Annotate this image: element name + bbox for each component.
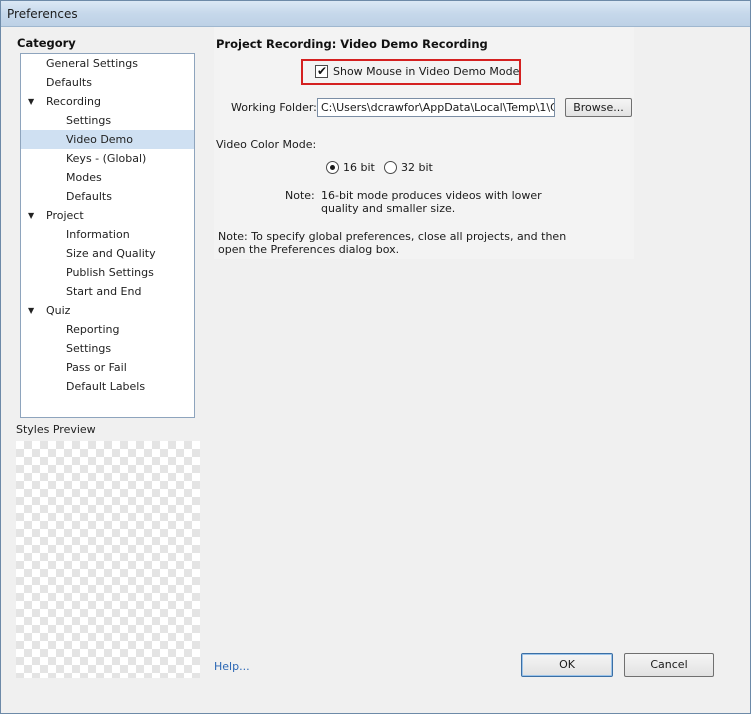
category-item-publish-settings[interactable]: Publish Settings xyxy=(21,263,194,282)
category-item-default-labels[interactable]: Default Labels xyxy=(21,377,194,396)
checkmark-icon: ✔ xyxy=(317,64,328,78)
category-item-defaults[interactable]: Defaults xyxy=(21,73,194,92)
category-item-recording[interactable]: ▼ Recording xyxy=(21,92,194,111)
category-item-label: Settings xyxy=(66,114,112,127)
category-item-label: Size and Quality xyxy=(66,247,156,260)
category-item-label: General Settings xyxy=(46,57,138,70)
show-mouse-checkbox[interactable]: ✔ xyxy=(315,64,328,78)
category-item-settings[interactable]: Settings xyxy=(21,339,194,358)
category-item-modes[interactable]: Modes xyxy=(21,168,194,187)
expand-arrow-icon[interactable]: ▼ xyxy=(28,301,34,320)
category-item-label: Recording xyxy=(46,95,102,108)
window-title: Preferences xyxy=(7,7,78,21)
category-heading: Category xyxy=(17,36,76,50)
section-title: Project Recording: Video Demo Recording xyxy=(216,37,488,51)
category-item-label: Defaults xyxy=(46,76,92,89)
ok-button[interactable]: OK xyxy=(521,653,613,677)
category-item-defaults[interactable]: Defaults xyxy=(21,187,194,206)
category-item-label: Keys - (Global) xyxy=(66,152,147,165)
radio-16-bit-label[interactable]: 16 bit xyxy=(343,161,375,175)
help-link[interactable]: Help... xyxy=(214,660,250,673)
category-item-label: Start and End xyxy=(66,285,142,298)
show-mouse-label[interactable]: Show Mouse in Video Demo Mode xyxy=(333,65,519,79)
global-preferences-note: Note: To specify global preferences, clo… xyxy=(218,230,567,256)
styles-preview-label: Styles Preview xyxy=(16,423,96,436)
radio-16-bit-button[interactable] xyxy=(326,161,339,174)
working-folder-input[interactable]: C:\Users\dcrawfor\AppData\Local\Temp\1\C… xyxy=(317,98,555,117)
category-item-label: Pass or Fail xyxy=(66,361,127,374)
category-item-start-and-end[interactable]: Start and End xyxy=(21,282,194,301)
radio-32-bit-button[interactable] xyxy=(384,161,397,174)
cancel-button[interactable]: Cancel xyxy=(624,653,714,677)
category-item-size-and-quality[interactable]: Size and Quality xyxy=(21,244,194,263)
styles-preview-canvas xyxy=(16,441,200,678)
category-item-project[interactable]: ▼ Project xyxy=(21,206,194,225)
category-item-label: Information xyxy=(66,228,130,241)
expand-arrow-icon[interactable]: ▼ xyxy=(28,206,34,225)
category-item-label: Defaults xyxy=(66,190,112,203)
dialog-body: Category General Settings Defaults ▼ Record… xyxy=(4,27,747,711)
category-item-keys-global[interactable]: Keys - (Global) xyxy=(21,149,194,168)
category-item-label: Default Labels xyxy=(66,380,146,393)
expand-arrow-icon[interactable]: ▼ xyxy=(28,92,34,111)
preferences-dialog: Preferences Category General Settings Def… xyxy=(0,0,751,714)
category-item-pass-or-fail[interactable]: Pass or Fail xyxy=(21,358,194,377)
category-item-video-demo[interactable]: Video Demo xyxy=(21,130,194,149)
note-text: 16-bit mode produces videos with lower q… xyxy=(321,189,542,215)
category-item-label: Quiz xyxy=(46,304,71,317)
working-folder-label: Working Folder: xyxy=(231,101,317,114)
category-tree[interactable]: General Settings Defaults ▼ Recording Settin… xyxy=(20,53,195,418)
category-item-settings[interactable]: Settings xyxy=(21,111,194,130)
note-label: Note: xyxy=(285,189,315,202)
title-bar[interactable]: Preferences xyxy=(1,1,750,27)
category-item-label: Publish Settings xyxy=(66,266,154,279)
category-item-quiz[interactable]: ▼ Quiz xyxy=(21,301,194,320)
category-item-label: Project xyxy=(46,209,84,222)
category-item-label: Modes xyxy=(66,171,102,184)
category-item-label: Video Demo xyxy=(66,133,133,146)
radio-32-bit-label[interactable]: 32 bit xyxy=(401,161,433,175)
video-color-mode-label: Video Color Mode: xyxy=(216,138,317,151)
category-item-label: Reporting xyxy=(66,323,120,336)
category-item-information[interactable]: Information xyxy=(21,225,194,244)
category-item-label: Settings xyxy=(66,342,112,355)
category-item-general-settings[interactable]: General Settings xyxy=(21,54,194,73)
browse-button[interactable]: Browse... xyxy=(565,98,632,117)
category-item-reporting[interactable]: Reporting xyxy=(21,320,194,339)
